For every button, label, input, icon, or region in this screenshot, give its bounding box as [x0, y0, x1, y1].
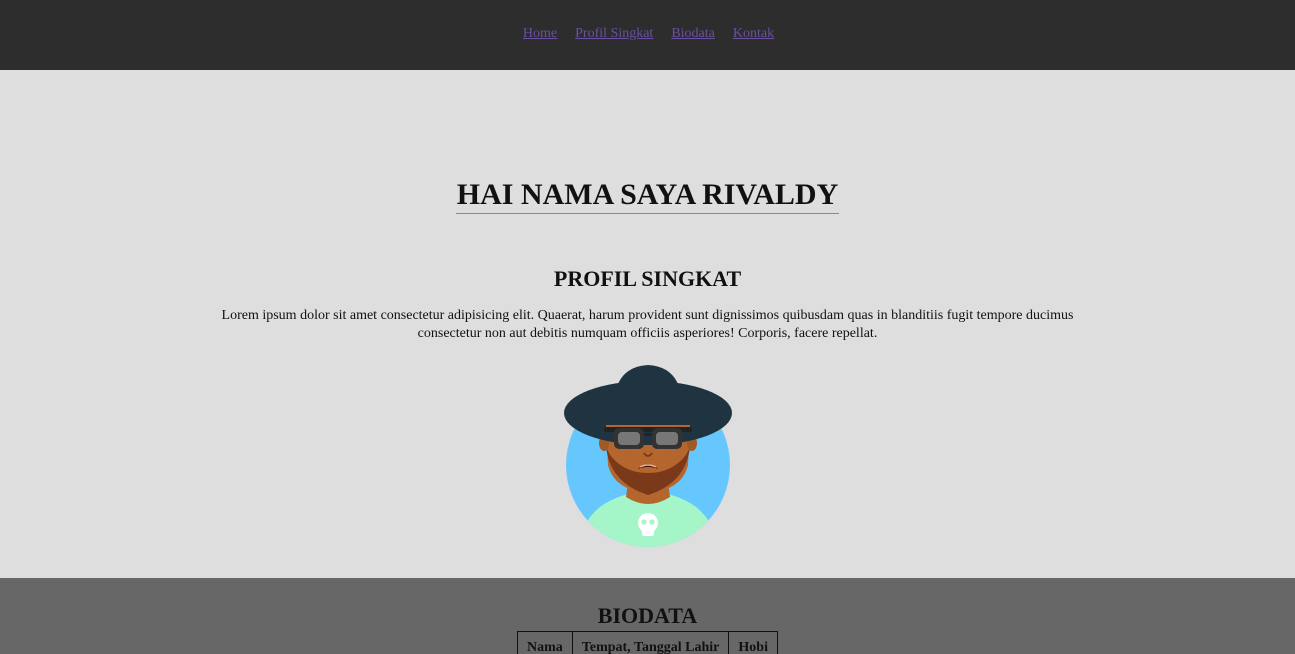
hipster-avatar-icon — [564, 365, 732, 547]
profil-paragraph: Lorem ipsum dolor sit amet consectetur a… — [221, 308, 1074, 341]
hero-title: HAI NAMA SAYA RIVALDY — [0, 178, 1295, 214]
nav-link-home[interactable]: Home — [523, 26, 557, 42]
column-header-hobi: Hobi — [728, 631, 778, 654]
top-nav-bar: Home Profil Singkat Biodata Kontak — [0, 0, 1295, 70]
biodata-title: BIODATA — [597, 603, 698, 628]
nav-link-biodata[interactable]: Biodata — [671, 26, 715, 42]
column-header-nama: Nama — [517, 631, 573, 654]
biodata-table: Nama Tempat, Tanggal Lahir Hobi — [517, 631, 778, 654]
hero-section: HAI NAMA SAYA RIVALDY PROFIL SINGKAT Lor… — [0, 70, 1295, 578]
profil-singkat-title: PROFIL SINGKAT — [553, 266, 742, 291]
biodata-section: BIODATA Nama Tempat, Tanggal Lahir Hobi — [0, 578, 1295, 654]
table-header-row: Nama Tempat, Tanggal Lahir Hobi — [517, 631, 778, 654]
hero-title-text: HAI NAMA SAYA RIVALDY — [455, 178, 840, 214]
nav-link-profil-singkat[interactable]: Profil Singkat — [575, 26, 653, 42]
column-header-tempat-tanggal-lahir: Tempat, Tanggal Lahir — [571, 631, 730, 654]
nav-link-kontak[interactable]: Kontak — [733, 26, 774, 42]
main-nav: Home Profil Singkat Biodata Kontak — [521, 26, 774, 42]
